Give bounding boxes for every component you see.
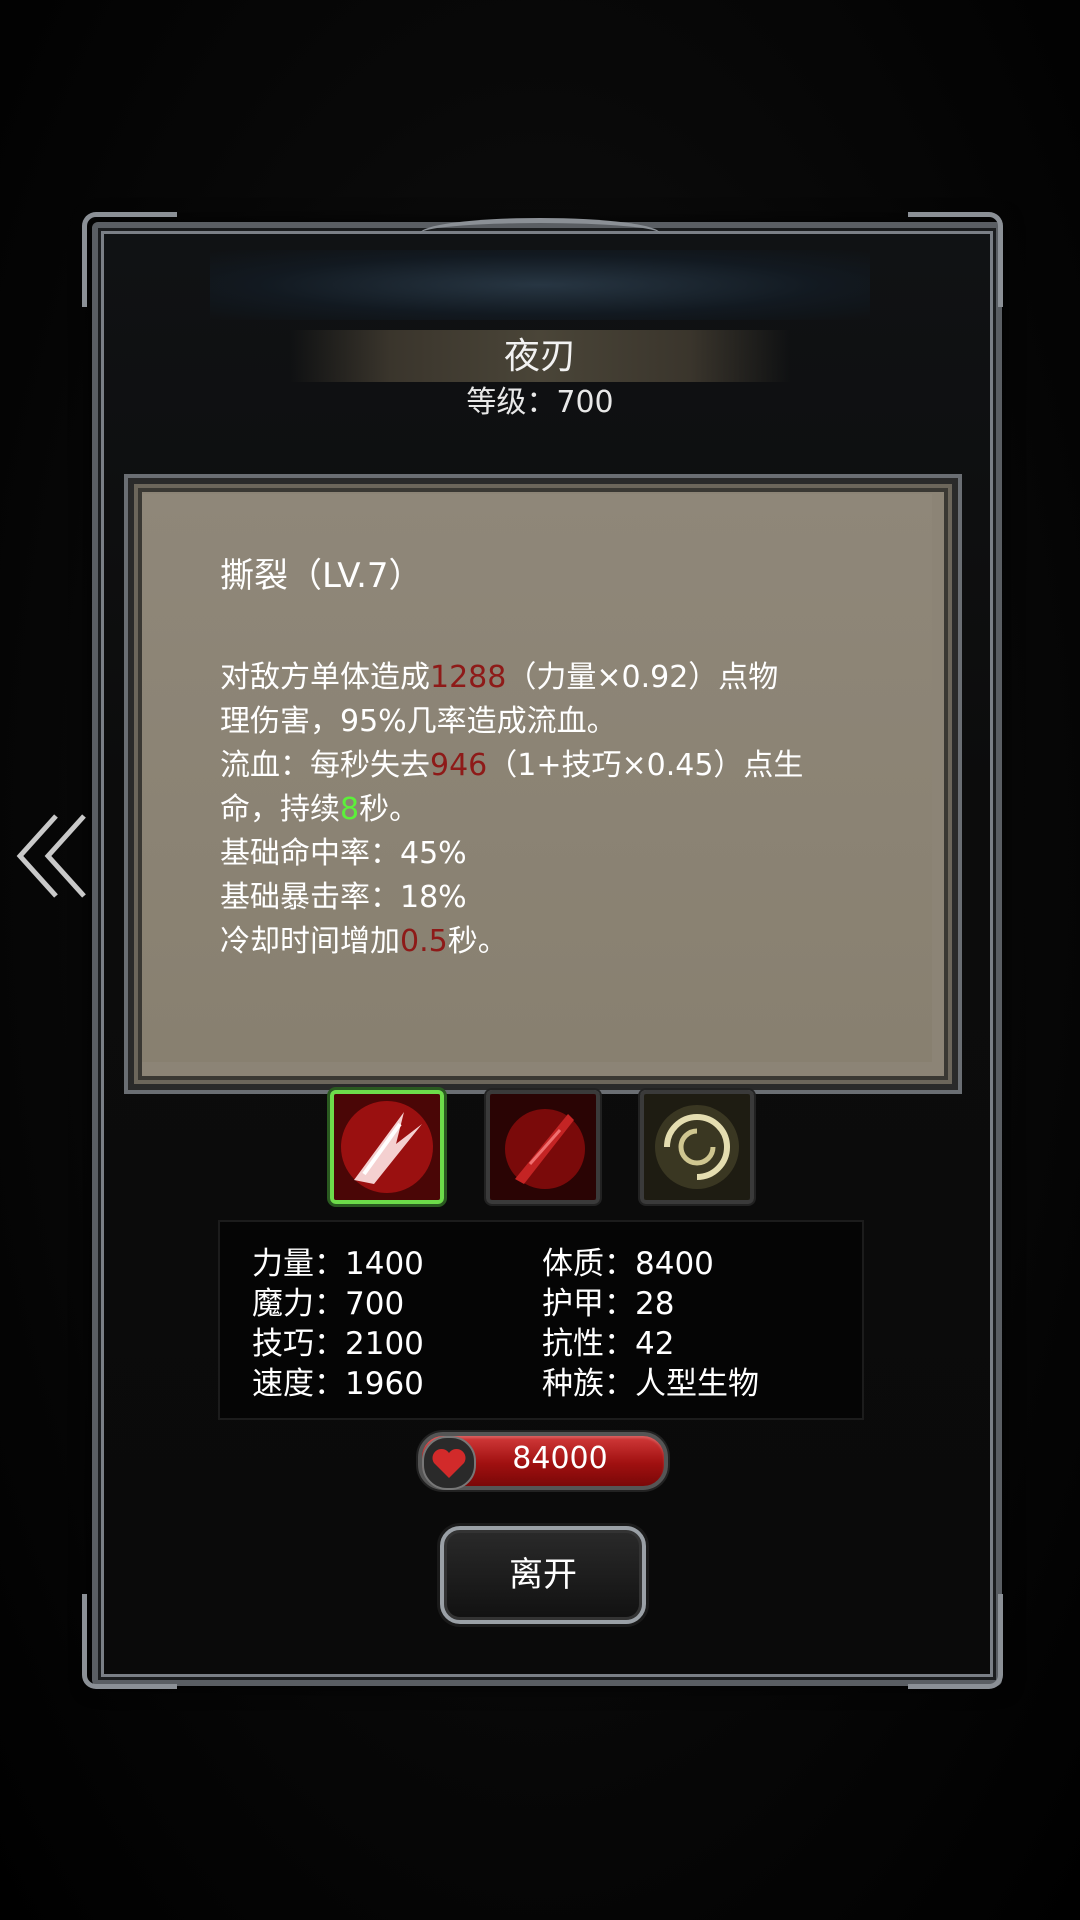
- skill-description-line: 理伤害，95%几率造成流血。: [220, 700, 900, 744]
- skill-description-line: 基础命中率：45%: [220, 832, 900, 876]
- frame-ornament-top-center: [420, 218, 660, 249]
- skill-description-text: 1288: [430, 660, 507, 695]
- stat-skill: 技巧：2100: [252, 1326, 424, 1362]
- skill-description-text: （1+技巧×0.45）点生: [487, 748, 804, 783]
- hp-value: 84000: [512, 1441, 608, 1476]
- skill-description-text: 秒。: [447, 924, 508, 959]
- skill-description-line: 冷却时间增加0.5秒。: [220, 920, 900, 964]
- skill-description: 对敌方单体造成1288（力量×0.92）点物 理伤害，95%几率造成流血。 流血：每…: [220, 656, 900, 964]
- frame-ornament-bottom-right: [908, 1594, 1003, 1689]
- stat-magic: 魔力：700: [252, 1286, 405, 1322]
- skill-icon-vortex[interactable]: [640, 1090, 754, 1204]
- stat-strength: 力量：1400: [252, 1246, 424, 1282]
- double-chevron-left-icon: [16, 814, 86, 898]
- skill-description-text: 冷却时间增加: [220, 924, 400, 959]
- skill-title: 撕裂（LV.7）: [220, 556, 423, 596]
- skill-description-text: （力量×0.92）点物: [506, 660, 779, 695]
- monster-level: 等级：700: [466, 385, 614, 420]
- stat-constitution: 体质：8400: [542, 1246, 714, 1282]
- skill-description-line: 对敌方单体造成1288（力量×0.92）点物: [220, 656, 900, 700]
- skill-icon-slash[interactable]: [330, 1090, 444, 1204]
- skill-description-text: 流血：每秒失去: [220, 748, 430, 783]
- skill-description-text: 命，持续: [220, 792, 340, 827]
- stat-armor: 护甲：28: [542, 1286, 675, 1322]
- stat-race: 种族：人型生物: [542, 1366, 759, 1402]
- skill-description-line: 基础暴击率：18%: [220, 876, 900, 920]
- skill-description-text: 8: [340, 792, 360, 827]
- stat-speed: 速度：1960: [252, 1366, 424, 1402]
- skill-description-text: 基础命中率：45%: [220, 836, 467, 871]
- heart-icon: [422, 1436, 476, 1490]
- skill-icon-blade[interactable]: [486, 1090, 600, 1204]
- frame-ornament-bottom-left: [82, 1594, 177, 1689]
- frame-ornament-top-left: [82, 212, 177, 307]
- skill-description-line: 流血：每秒失去946（1+技巧×0.45）点生: [220, 744, 900, 788]
- skill-description-text: 0.5: [400, 924, 448, 959]
- previous-button[interactable]: [14, 806, 94, 906]
- skill-description-text: 946: [430, 748, 488, 783]
- skill-description-text: 对敌方单体造成: [220, 660, 430, 695]
- frame-top-glow: [210, 250, 870, 320]
- skill-description-text: 秒。: [359, 792, 420, 827]
- leave-button[interactable]: 离开: [440, 1526, 646, 1624]
- skill-description-line: 命，持续8秒。: [220, 788, 900, 832]
- skill-description-text: 基础暴击率：18%: [220, 880, 467, 915]
- skill-description-text: 理伤害，95%几率造成流血。: [220, 704, 617, 739]
- stat-resistance: 抗性：42: [542, 1326, 675, 1362]
- frame-ornament-top-right: [908, 212, 1003, 307]
- monster-name: 夜刃: [503, 336, 576, 377]
